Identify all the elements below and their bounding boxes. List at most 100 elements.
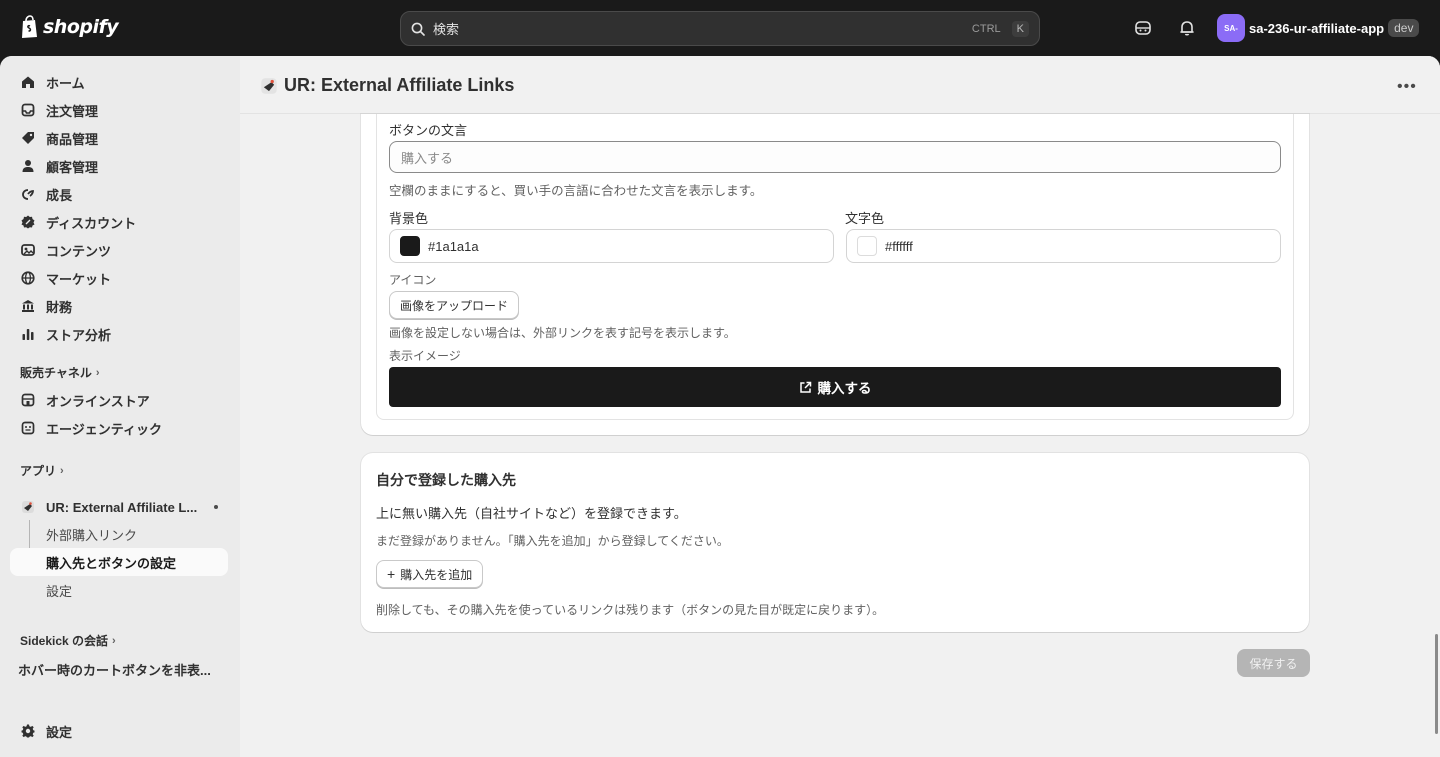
button-text-placeholder: 購入する: [401, 150, 454, 166]
app-logo-icon: [260, 77, 278, 98]
sidebar-item-home[interactable]: ホーム: [10, 68, 228, 96]
sidebar-item-label: 注文管理: [46, 103, 99, 119]
apps-header[interactable]: アプリ ›: [20, 462, 64, 479]
sidebar-item-label: エージェンティック: [46, 421, 162, 437]
button-text-input[interactable]: 購入する: [389, 141, 1281, 173]
add-destination-button[interactable]: + 購入先を追加: [376, 560, 484, 588]
text-color-field[interactable]: #ffffff: [846, 229, 1281, 263]
sidebar-item-products[interactable]: 商品管理: [10, 124, 228, 152]
home-icon: [20, 74, 36, 90]
external-link-icon: [799, 381, 811, 393]
text-color-swatch[interactable]: [857, 236, 877, 256]
chevron-right-icon: ›: [112, 634, 116, 647]
store-switcher[interactable]: SA- sa-236-ur-affiliate-app dev: [1217, 14, 1420, 42]
sidebar-subitem-external-links[interactable]: 外部購入リンク: [10, 520, 228, 548]
shopify-bag-icon: [22, 15, 37, 38]
sidekick-icon[interactable]: [1133, 18, 1153, 38]
sales-channels-header[interactable]: 販売チャネル ›: [20, 364, 100, 381]
admin-frame: ホーム 注文管理 商品管理 顧客管理 成長 ディスカウント コンテンツ マーケッ…: [0, 56, 1440, 757]
gear-icon: [20, 723, 36, 739]
sidebar-item-label: 顧客管理: [46, 159, 99, 175]
icon-label: アイコン: [389, 273, 437, 287]
sidebar: ホーム 注文管理 商品管理 顧客管理 成長 ディスカウント コンテンツ マーケッ…: [0, 56, 240, 757]
tag-icon: [20, 130, 36, 146]
globe-icon: [20, 270, 36, 286]
add-destination-label: 購入先を追加: [400, 567, 473, 582]
bg-color-field[interactable]: #1a1a1a: [389, 229, 834, 263]
agent-icon: [20, 420, 36, 436]
sidebar-item-agentic[interactable]: エージェンティック: [10, 414, 228, 442]
store-icon: [20, 392, 36, 408]
search-placeholder: 検索: [433, 22, 460, 37]
preview-buy-button: 購入する: [389, 367, 1281, 407]
shortcut-k: K: [1011, 20, 1029, 37]
sidebar-subitem-destinations[interactable]: 購入先とボタンの設定: [10, 548, 228, 576]
save-button[interactable]: 保存する: [1237, 649, 1310, 677]
sidekick-header[interactable]: Sidekick の会話 ›: [20, 632, 116, 649]
chevron-right-icon: ›: [60, 464, 64, 477]
bg-color-label: 背景色: [389, 211, 429, 226]
sidebar-item-label: オンラインストア: [46, 393, 150, 409]
sidebar-item-customers[interactable]: 顧客管理: [10, 152, 228, 180]
sidekick-conversation[interactable]: ホバー時のカートボタンを非表...: [18, 660, 211, 679]
sidebar-item-settings[interactable]: 設定: [10, 717, 228, 745]
growth-icon: [20, 186, 36, 202]
sidebar-item-analytics[interactable]: ストア分析: [10, 320, 228, 348]
text-color-value: #ffffff: [885, 238, 913, 254]
button-text-label: ボタンの文言: [389, 123, 468, 138]
button-text-help: 空欄のままにすると、買い手の言語に合わせた文言を表示します。: [389, 184, 763, 198]
discount-icon: [20, 214, 36, 230]
scrollbar-thumb[interactable]: [1435, 634, 1438, 734]
custom-destinations-empty: まだ登録がありません。「購入先を追加」から登録してください。: [376, 534, 729, 548]
chevron-right-icon: ›: [95, 366, 100, 379]
sidebar-item-app[interactable]: UR: External Affiliate L...: [10, 493, 228, 521]
avatar: SA-: [1217, 14, 1245, 42]
bank-icon: [20, 298, 36, 314]
sidekick-label: Sidekick の会話: [20, 634, 109, 648]
sidebar-item-growth[interactable]: 成長: [10, 180, 228, 208]
shortcut-ctrl: CTRL: [971, 22, 1001, 35]
apps-label: アプリ: [20, 464, 57, 478]
pin-dot-icon: [214, 505, 218, 509]
page-title: UR: External Affiliate Links: [284, 75, 515, 95]
sidebar-item-content[interactable]: コンテンツ: [10, 236, 228, 264]
sidebar-item-orders[interactable]: 注文管理: [10, 96, 228, 124]
sidebar-item-label: ディスカウント: [46, 215, 137, 231]
bell-icon[interactable]: [1177, 18, 1197, 38]
shopify-wordmark: shopify: [43, 16, 119, 38]
shopify-logo[interactable]: shopify: [20, 15, 119, 39]
content-icon: [20, 242, 36, 258]
icon-help: 画像を設定しない場合は、外部リンクを表す記号を表示します。: [389, 326, 736, 340]
person-icon: [20, 158, 36, 174]
sidebar-item-label: 商品管理: [46, 131, 99, 147]
top-bar: shopify 検索 CTRL K SA- sa-236-ur-affiliat…: [0, 0, 1440, 56]
inbox-icon: [20, 102, 36, 118]
main-content: UR: External Affiliate Links ••• ボタンの文言 …: [240, 56, 1440, 757]
app-logo-icon: [20, 499, 36, 515]
sidebar-item-discounts[interactable]: ディスカウント: [10, 208, 228, 236]
sidebar-item-label: 設定: [46, 724, 73, 740]
sidebar-item-online-store[interactable]: オンラインストア: [10, 386, 228, 414]
custom-destinations-description: 上に無い購入先（自社サイトなど）を登録できます。: [376, 506, 687, 521]
sidebar-subitem-settings[interactable]: 設定: [10, 576, 228, 604]
preview-label: 表示イメージ: [389, 349, 461, 363]
sidebar-item-label: ホーム: [46, 75, 85, 91]
store-name: sa-236-ur-affiliate-app: [1249, 20, 1385, 36]
bg-color-swatch[interactable]: [400, 236, 420, 256]
custom-destinations-title: 自分で登録した購入先: [376, 472, 516, 488]
sidebar-item-label: マーケット: [46, 271, 112, 287]
sidebar-item-label: UR: External Affiliate L...: [46, 499, 198, 515]
text-color-label: 文字色: [845, 211, 885, 226]
sidebar-item-label: 財務: [46, 299, 73, 315]
sidebar-item-finance[interactable]: 財務: [10, 292, 228, 320]
sidebar-item-markets[interactable]: マーケット: [10, 264, 228, 292]
chart-icon: [20, 326, 36, 342]
search-bar[interactable]: 検索 CTRL K: [400, 11, 1040, 46]
sales-channels-label: 販売チャネル: [20, 366, 92, 380]
more-actions-icon[interactable]: •••: [1397, 78, 1417, 96]
dev-badge: dev: [1388, 19, 1420, 37]
upload-image-button[interactable]: 画像をアップロード: [389, 291, 520, 319]
sidebar-item-label: 成長: [46, 187, 73, 203]
sidebar-item-label: ストア分析: [46, 327, 112, 343]
page-header: UR: External Affiliate Links •••: [240, 56, 1440, 114]
